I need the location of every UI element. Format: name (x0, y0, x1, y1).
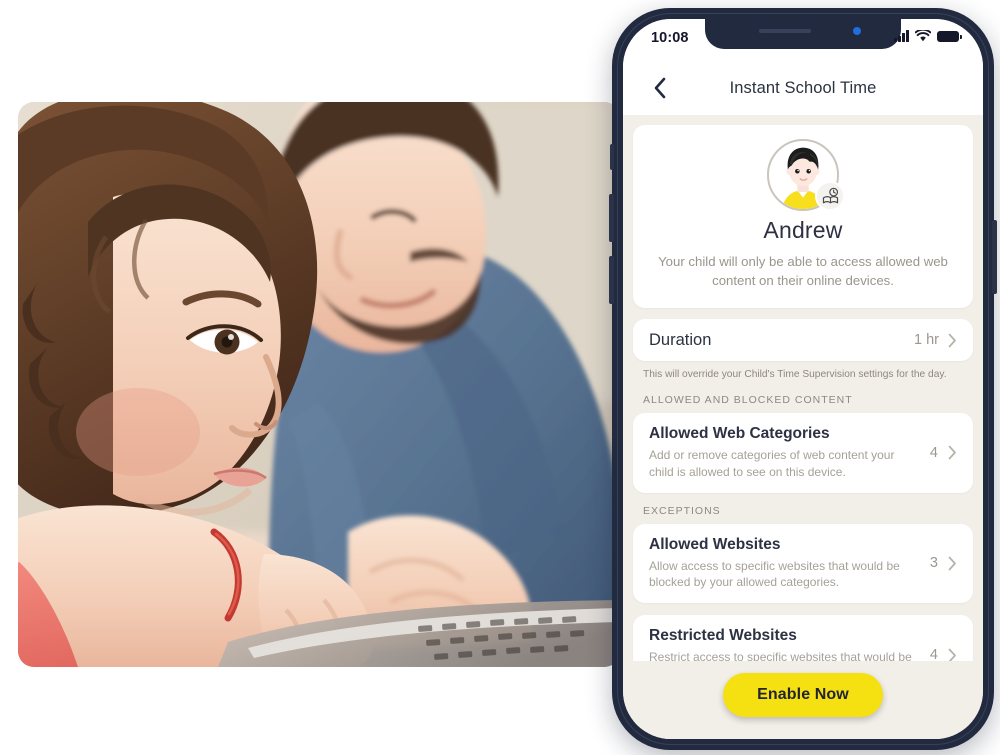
chevron-right-icon (948, 648, 956, 661)
photo-illustration (18, 102, 620, 667)
duration-label: Duration (649, 330, 712, 349)
back-button[interactable] (645, 73, 675, 103)
section-heading-content: ALLOWED AND BLOCKED CONTENT (643, 394, 853, 407)
child-name: Andrew (763, 217, 843, 243)
row-title: Allowed Websites (649, 535, 781, 553)
volume-up-button[interactable] (609, 194, 614, 242)
status-bar-time: 10:08 (651, 30, 689, 46)
section-heading-exceptions: EXCEPTIONS (643, 504, 721, 517)
school-time-book-clock-icon (822, 187, 838, 203)
row-count: 4 (929, 444, 938, 461)
row-texts: Allowed Websites Allow access to specifi… (649, 536, 930, 592)
row-subtitle: Restrict access to specific websites tha… (649, 650, 912, 661)
footer-bar: Enable Now (623, 661, 983, 739)
status-bar-icons (894, 30, 962, 42)
duration-row[interactable]: Duration 1 hr (633, 319, 973, 362)
avatar[interactable] (767, 139, 845, 211)
row-count: 4 (929, 647, 938, 661)
phone-mockup: 10:08 Instant School Time Andrew Your ch… (609, 8, 997, 750)
chevron-left-icon (654, 77, 666, 99)
row-subtitle: Add or remove categories of web content … (649, 448, 895, 479)
chevron-right-icon (948, 556, 956, 571)
row-subtitle: Allow access to specific websites that w… (649, 558, 900, 590)
profile-description: Your child will only be able to access a… (658, 254, 948, 289)
earpiece-speaker-icon (759, 29, 811, 33)
duration-hint: This will override your Child's Time Sup… (643, 369, 947, 381)
hero-photo (18, 102, 620, 667)
phone-screen: 10:08 Instant School Time Andrew Your ch… (623, 19, 983, 739)
row-value-group: 4 (930, 445, 957, 461)
mute-switch[interactable] (610, 144, 614, 170)
nav-bar: Instant School Time (623, 61, 983, 115)
row-title: Allowed Web Categories (649, 425, 830, 443)
row-title: Restricted Websites (649, 627, 797, 645)
row-texts: Restricted Websites Restrict access to s… (649, 627, 930, 661)
row-allowed-websites[interactable]: Allowed Websites Allow access to specifi… (633, 523, 973, 604)
phone-notch (705, 19, 901, 49)
profile-card: Andrew Your child will only be able to a… (633, 125, 973, 309)
duration-value-group: 1 hr (914, 332, 957, 348)
chevron-right-icon (948, 445, 956, 460)
volume-down-button[interactable] (609, 256, 614, 304)
screenshot-stage: 10:08 Instant School Time Andrew Your ch… (0, 0, 1000, 755)
school-time-badge (815, 181, 845, 211)
enable-now-button[interactable]: Enable Now (723, 673, 883, 717)
row-allowed-web-categories[interactable]: Allowed Web Categories Add or remove cat… (633, 413, 973, 493)
duration-value: 1 hr (914, 332, 939, 349)
row-restricted-websites[interactable]: Restricted Websites Restrict access to s… (633, 615, 973, 661)
chevron-right-icon (948, 333, 956, 348)
row-count: 3 (929, 555, 938, 572)
row-value-group: 3 (930, 555, 957, 571)
front-camera-icon (853, 27, 861, 35)
page-title: Instant School Time (729, 78, 877, 97)
wifi-icon (915, 30, 931, 42)
status-bar: 10:08 (623, 19, 983, 61)
cellular-signal-icon (894, 30, 909, 42)
settings-scroll-body[interactable]: Andrew Your child will only be able to a… (623, 115, 983, 661)
row-texts: Allowed Web Categories Add or remove cat… (649, 425, 930, 481)
power-button[interactable] (992, 220, 997, 294)
row-value-group: 4 (930, 647, 957, 661)
battery-icon (937, 31, 962, 42)
